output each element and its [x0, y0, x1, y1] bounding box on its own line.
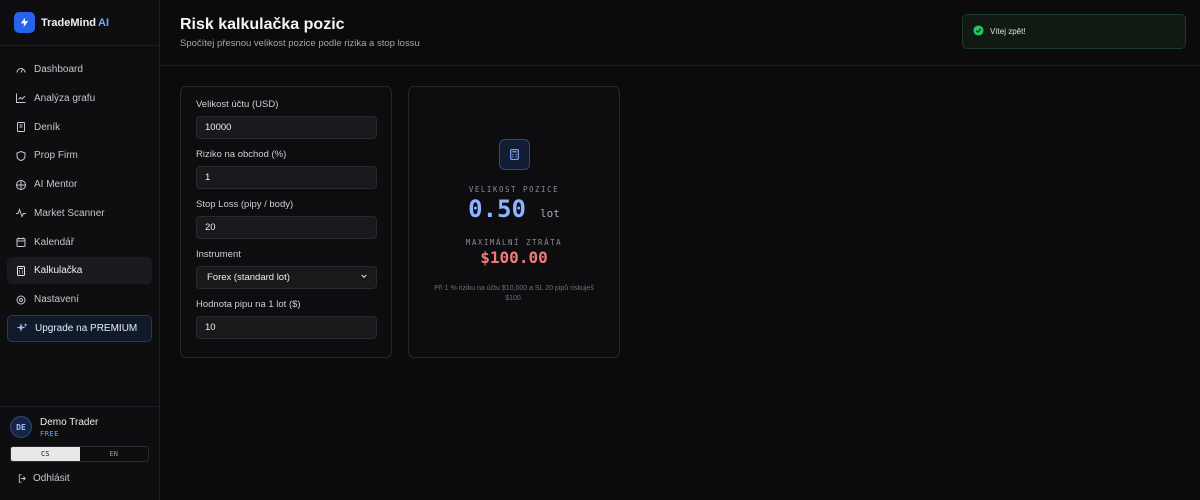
page-title: Risk kalkulačka pozic	[180, 16, 345, 33]
language-option-cs[interactable]: CS	[11, 447, 80, 461]
book-icon	[15, 121, 27, 133]
sidebar: TradeMind AI Dashboard Analýza grafu Den…	[0, 0, 160, 500]
language-switcher: CS EN	[10, 446, 149, 462]
risk-input[interactable]	[196, 166, 377, 189]
result-note: Při 1 % riziku na účtu $10,000 a SL 20 p…	[434, 285, 594, 302]
sparkles-icon	[16, 322, 28, 334]
calendar-icon	[15, 236, 27, 248]
position-size-unit: lot	[539, 207, 560, 220]
sidebar-item-label: Kalendář	[34, 236, 75, 248]
instrument-label: Instrument	[196, 249, 241, 260]
max-loss-value: $100.00	[480, 248, 548, 267]
field-account-size: Velikost účtu (USD)	[196, 99, 377, 139]
sidebar-item-market-scanner[interactable]: Market Scanner	[7, 200, 152, 227]
instrument-value: Forex (standard lot)	[207, 272, 290, 283]
instrument-select[interactable]: Forex (standard lot)	[196, 266, 377, 289]
sidebar-nav: Dashboard Analýza grafu Deník Prop Firm …	[0, 46, 159, 342]
toast-notification[interactable]: Vítej zpět!	[962, 14, 1186, 49]
sidebar-item-chart-analysis[interactable]: Analýza grafu	[7, 85, 152, 112]
sidebar-item-label: Prop Firm	[34, 150, 78, 162]
check-circle-icon	[973, 23, 984, 41]
calculator-icon	[499, 139, 530, 170]
avatar: DE	[10, 416, 32, 438]
user-name: Demo Trader	[40, 416, 99, 428]
sidebar-item-label: Dashboard	[34, 64, 83, 75]
sidebar-item-label: Kalkulačka	[34, 265, 83, 277]
sidebar-item-journal[interactable]: Deník	[7, 114, 152, 141]
gauge-icon	[15, 64, 27, 76]
calculator-icon	[15, 265, 27, 277]
brain-icon	[15, 179, 27, 191]
sidebar-item-settings[interactable]: Nastavení	[7, 286, 152, 313]
position-size-label: VELIKOST POZICE	[468, 185, 560, 194]
sidebar-item-calendar[interactable]: Kalendář	[7, 229, 152, 256]
chevron-down-icon	[360, 272, 368, 283]
risk-label: Riziko na obchod (%)	[196, 149, 287, 160]
sidebar-item-label: Market Scanner	[34, 207, 105, 219]
stop-loss-input[interactable]	[196, 216, 377, 239]
account-size-input[interactable]	[196, 116, 377, 139]
sidebar-item-label: Analýza grafu	[34, 92, 96, 104]
sidebar-item-label: Nastavení	[34, 294, 80, 305]
field-risk: Riziko na obchod (%)	[196, 149, 377, 189]
calculator-form: Velikost účtu (USD) Riziko na obchod (%)…	[180, 86, 392, 358]
user-profile[interactable]: DE Demo Trader FREE	[10, 416, 98, 438]
field-pip-value: Hodnota pipu na 1 lot ($)	[196, 299, 377, 339]
sidebar-item-label: Deník	[34, 121, 61, 133]
field-instrument: Instrument Forex (standard lot)	[196, 249, 377, 289]
sidebar-footer: DE Demo Trader FREE CS EN Odhlásit	[0, 406, 159, 500]
brand[interactable]: TradeMind AI	[0, 0, 159, 46]
shield-icon	[15, 150, 27, 162]
pip-value-input[interactable]	[196, 316, 377, 339]
brand-ai-label: AI	[98, 16, 110, 29]
sidebar-item-label: AI Mentor	[34, 179, 78, 190]
activity-icon	[15, 207, 27, 219]
sidebar-item-ai-mentor[interactable]: AI Mentor	[7, 171, 152, 198]
user-plan-badge: FREE	[40, 429, 59, 438]
chart-line-icon	[15, 92, 27, 104]
max-loss-label: MAXIMÁLNÍ ZTRÁTA	[465, 238, 563, 247]
sidebar-item-calculator[interactable]: Kalkulačka	[7, 257, 152, 285]
pip-value-label: Hodnota pipu na 1 lot ($)	[196, 299, 301, 310]
sidebar-item-upgrade-premium[interactable]: Upgrade na PREMIUM	[7, 314, 152, 342]
result-card: VELIKOST POZICE 0.50 lot MAXIMÁLNÍ ZTRÁT…	[408, 86, 620, 358]
brand-name: TradeMind	[41, 16, 97, 29]
toast-text: Vítej zpět!	[990, 27, 1026, 36]
page-subtitle: Spočítej přesnou velikost pozice podle r…	[180, 38, 420, 49]
language-option-en[interactable]: EN	[80, 447, 149, 461]
logout-label: Odhlásit	[33, 473, 70, 484]
position-size: 0.50 lot	[409, 195, 619, 223]
position-size-value: 0.50	[468, 195, 526, 223]
field-stop-loss: Stop Loss (pipy / body)	[196, 199, 377, 239]
sidebar-item-prop-firm[interactable]: Prop Firm	[7, 142, 152, 169]
bolt-icon	[14, 12, 35, 33]
stop-loss-label: Stop Loss (pipy / body)	[196, 199, 294, 210]
logout-icon	[17, 473, 28, 484]
account-size-label: Velikost účtu (USD)	[196, 99, 279, 110]
sidebar-item-dashboard[interactable]: Dashboard	[7, 56, 152, 83]
sidebar-item-label: Upgrade na PREMIUM	[35, 322, 138, 334]
gear-icon	[15, 294, 27, 306]
logout-button[interactable]: Odhlásit	[17, 473, 70, 484]
